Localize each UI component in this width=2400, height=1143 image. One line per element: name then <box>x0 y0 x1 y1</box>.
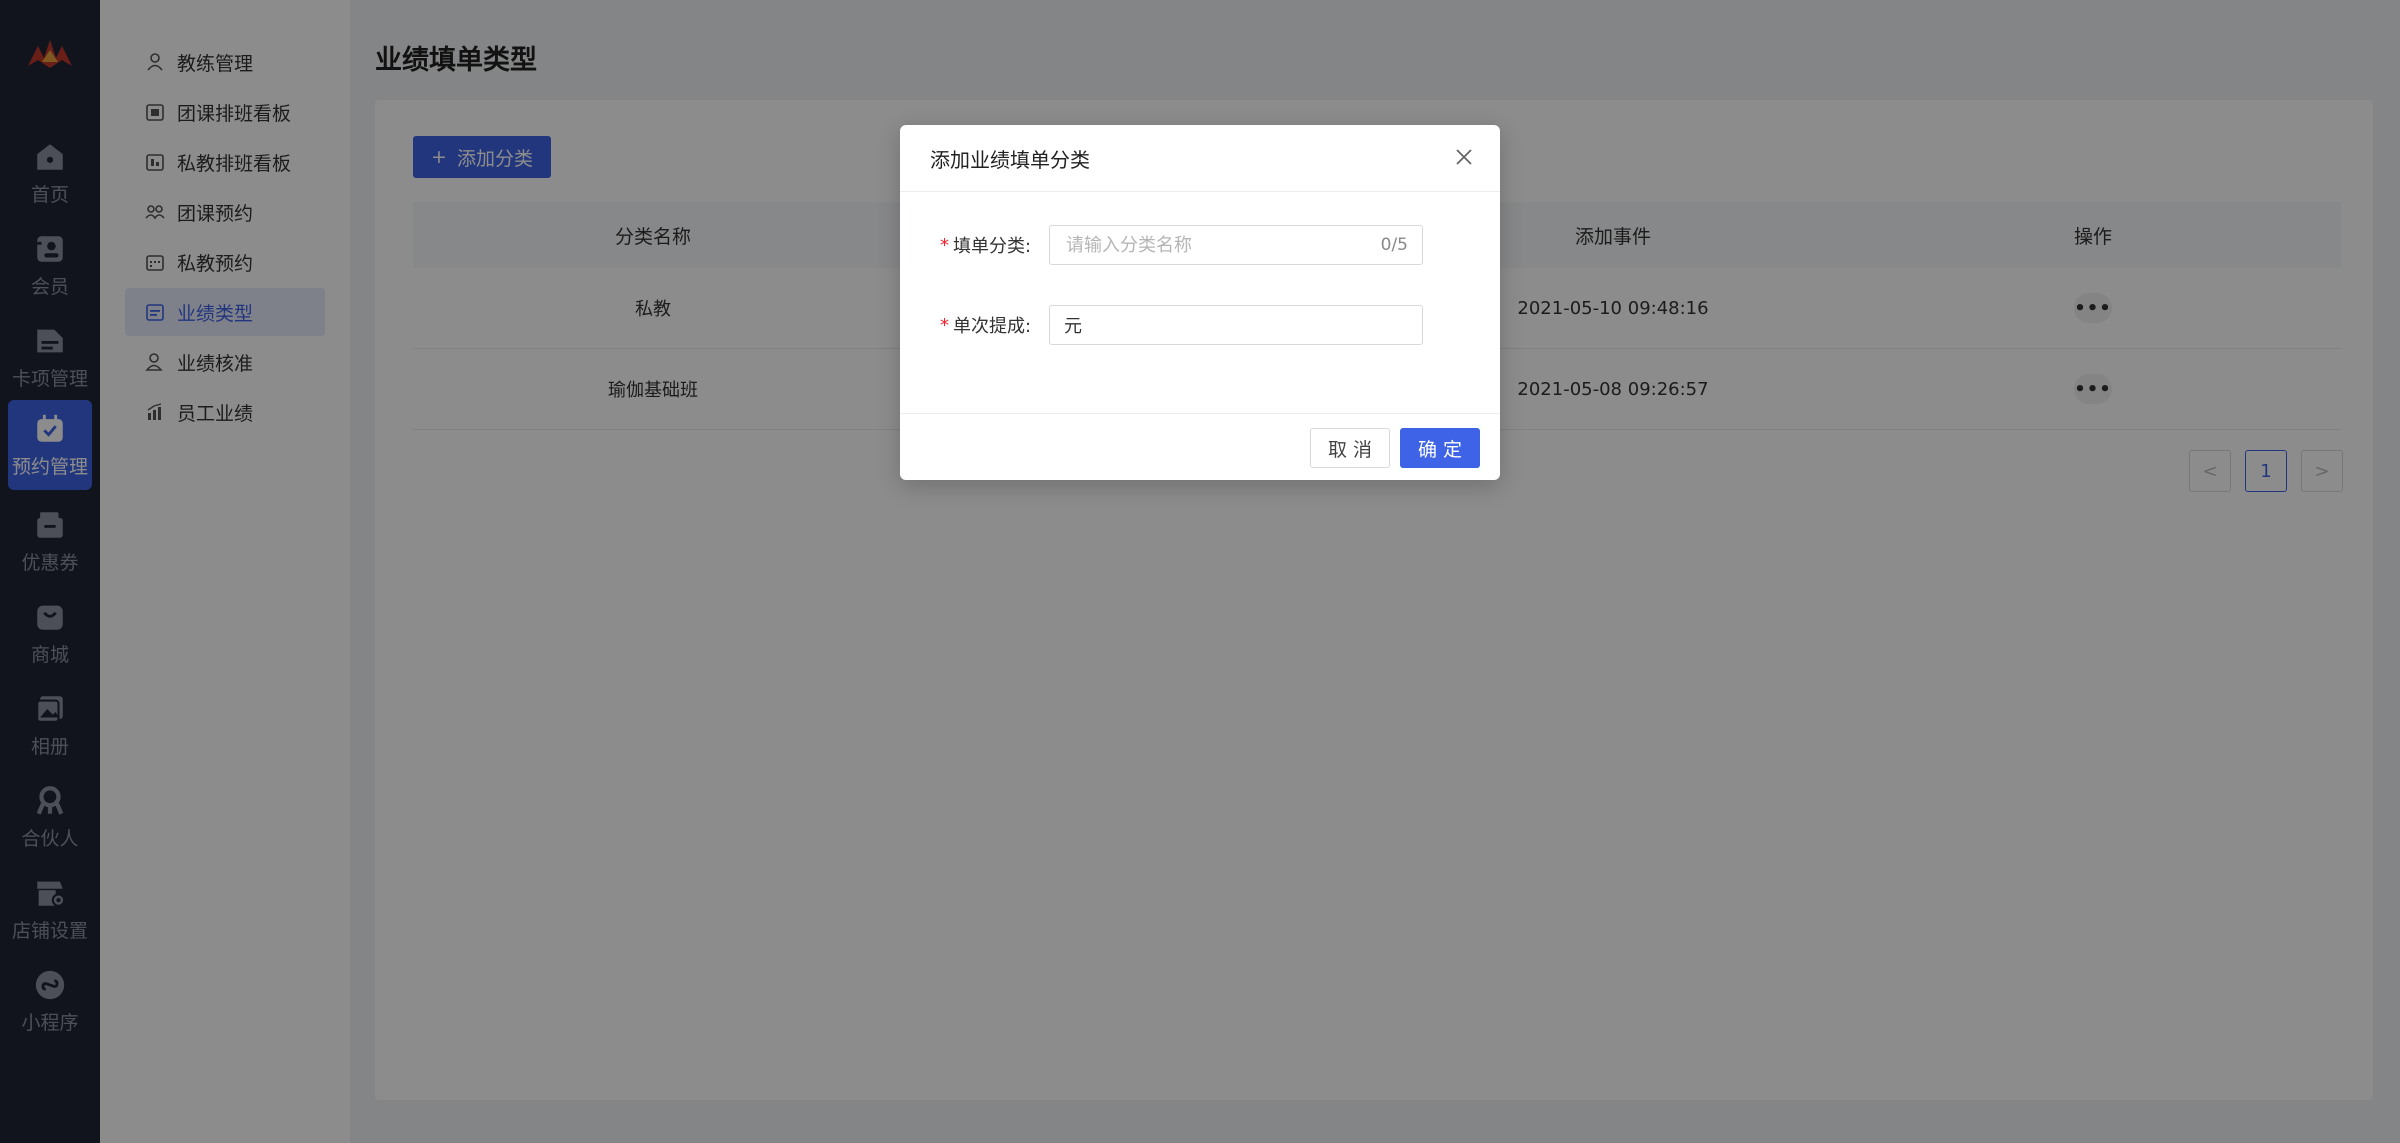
category-field: 0/5 <box>1049 225 1423 265</box>
commission-label: 单次提成: <box>953 316 1032 337</box>
cancel-button[interactable]: 取 消 <box>1310 428 1390 468</box>
dialog-title: 添加业绩填单分类 <box>930 147 1090 172</box>
confirm-button[interactable]: 确 定 <box>1400 428 1480 468</box>
commission-field[interactable]: 元 <box>1049 305 1423 345</box>
category-label: 填单分类: <box>953 236 1032 257</box>
dialog-footer: 取 消 确 定 <box>900 413 1500 480</box>
close-icon[interactable] <box>1452 145 1476 169</box>
required-mark: * <box>940 314 949 336</box>
add-category-dialog: 添加业绩填单分类 * 填单分类: 0/5 * 单次提成: 元 取 消 确 定 <box>900 125 1500 480</box>
required-mark: * <box>940 234 949 256</box>
category-input[interactable] <box>1064 233 1381 257</box>
char-counter: 0/5 <box>1380 235 1408 255</box>
category-form-row: * 填单分类: 0/5 <box>940 225 1423 265</box>
dialog-header: 添加业绩填单分类 <box>900 125 1500 192</box>
commission-input[interactable]: 元 <box>1064 312 1082 338</box>
commission-form-row: * 单次提成: 元 <box>940 305 1423 345</box>
